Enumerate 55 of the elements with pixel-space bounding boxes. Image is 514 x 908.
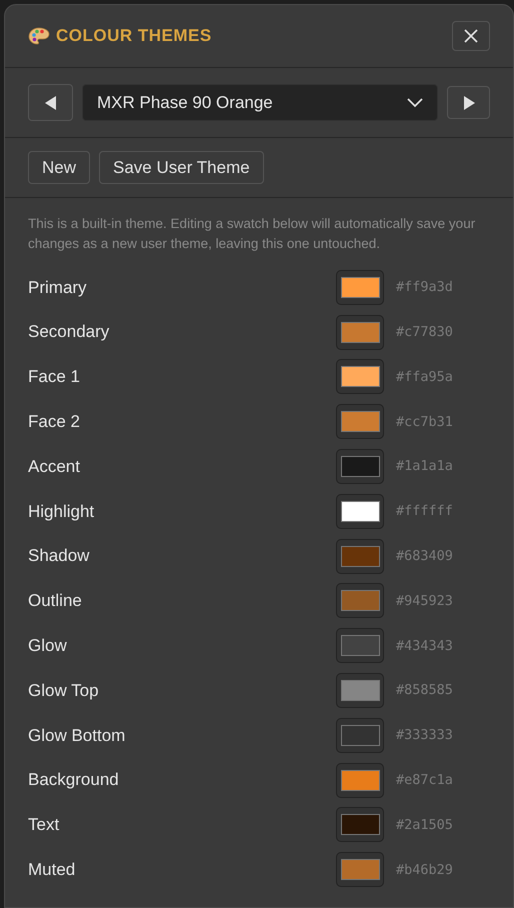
swatch-label: Face 2 [28,411,81,434]
swatch-label: Outline [28,590,83,612]
toolbar-button[interactable]: New [28,151,90,184]
swatch-label: Highlight [28,500,96,523]
color-swatch[interactable] [336,270,384,305]
hex-value: #945923 [396,592,453,611]
swatch-label: Primary [28,276,88,299]
color-swatch[interactable] [336,449,384,484]
hex-value: #ffa95a [396,368,453,387]
color-swatch[interactable] [336,314,384,350]
close-icon [464,29,478,43]
hex-value: #434343 [396,636,453,656]
swatch-label: Glow [28,635,68,658]
swatch-label: Accent [28,456,81,478]
color-swatch[interactable] [336,807,384,842]
panel-title: COLOUR THEMES [56,25,212,48]
swatch-label: Shadow [28,545,90,568]
right-triangle-icon [462,96,474,110]
toolbar-button[interactable]: Save User Theme [99,151,264,184]
hex-value: #ffffff [396,502,453,522]
color-swatch[interactable] [336,404,384,440]
hex-value: #e87c1a [396,771,453,790]
previous-button[interactable] [28,84,73,121]
color-swatch[interactable] [336,494,384,529]
hex-value: #683409 [396,547,453,566]
swatch-label: Muted [28,859,76,881]
swatch-label: Face 1 [28,366,81,388]
hex-value: #333333 [396,726,453,746]
color-swatch[interactable] [336,583,384,618]
theme-dropdown[interactable]: MXR Phase 90 Orange [82,84,438,121]
close-button[interactable] [452,21,490,51]
hex-value: #b46b29 [396,860,453,880]
swatch-label: Glow Top [28,680,100,702]
palette-icon [28,27,50,45]
chevron-down-icon [407,98,423,108]
hex-value: #cc7b31 [396,412,453,432]
info-note: This is a built-in theme. Editing a swatch below will automatically save your changes as a new user theme, leaving this one untouched. [27,215,476,253]
color-swatch[interactable] [336,628,384,664]
hex-value: #1a1a1a [396,457,453,476]
swatch-label: Glow Bottom [28,724,126,747]
swatch-label: Background [28,769,120,792]
color-swatch[interactable] [336,762,384,798]
left-triangle-icon [44,96,56,110]
color-swatch[interactable] [336,538,384,574]
hex-value: #2a1505 [396,816,453,835]
color-swatch[interactable] [336,673,384,708]
hex-value: #ff9a3d [396,278,453,298]
next-button[interactable] [447,86,490,119]
hex-value: #858585 [396,681,453,700]
color-swatch[interactable] [336,718,384,753]
color-swatch[interactable] [336,359,384,394]
hex-value: #c77830 [396,323,453,342]
color-swatch[interactable] [336,852,384,888]
swatch-label: Secondary [28,321,110,344]
swatch-label: Text [28,814,60,836]
